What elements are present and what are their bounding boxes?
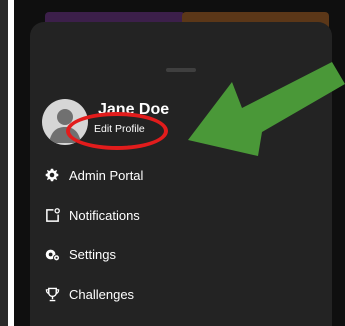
notification-bell-icon — [44, 207, 60, 223]
menu-item-label: Settings — [69, 246, 116, 262]
menu-item-label: Challenges — [69, 286, 135, 302]
menu-item-notifications[interactable]: Notifications — [44, 203, 314, 227]
menu-item-admin-portal[interactable]: Admin Portal — [44, 163, 314, 187]
profile-menu-sheet: Jane Doe Edit Profile Admin Portal Notif… — [30, 22, 332, 326]
annotation-highlight-circle — [66, 112, 168, 150]
menu-item-label: Notifications — [69, 207, 140, 223]
menu-item-label: Admin Portal — [69, 167, 144, 183]
menu-item-settings[interactable]: Settings — [44, 242, 314, 266]
gear-icon — [44, 167, 60, 183]
app-screen: Jane Doe Edit Profile Admin Portal Notif… — [14, 0, 345, 326]
trophy-icon — [44, 286, 60, 302]
menu-item-challenges[interactable]: Challenges — [44, 282, 314, 306]
sheet-drag-handle[interactable] — [166, 68, 196, 72]
left-edge-bar — [0, 0, 8, 326]
screenshot-stage: Jane Doe Edit Profile Admin Portal Notif… — [0, 0, 345, 326]
settings-gears-icon — [44, 246, 60, 262]
